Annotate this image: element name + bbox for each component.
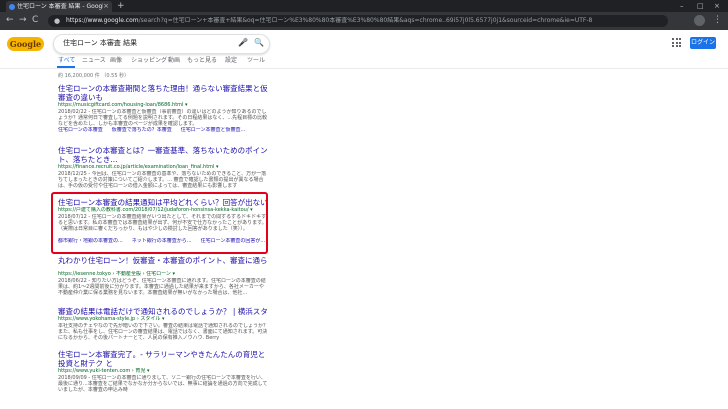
search-tabs: すべて ニュース 画像 ショッピング 動画 もっと見る 設定 ツール (0, 56, 728, 68)
search-result: 丸わかり住宅ローン！仮審査・本審査のポイント、審査に通らない14の... htt… (58, 256, 268, 302)
result-title-link[interactable]: 審査の結果は電話だけで通知されるのでしょうか？ | 横浜スタイル (58, 307, 268, 316)
tab-close-icon[interactable]: × (103, 2, 109, 10)
tab-tools[interactable]: ツール (247, 57, 265, 65)
menu-icon[interactable]: ⋮ (713, 15, 722, 26)
tab-settings[interactable]: 設定 (225, 57, 237, 65)
result-snippet: 2018/12/25 - 今回は、住宅ローンの本審査の基準や、落ちないためのでき… (58, 171, 267, 189)
sitelink[interactable]: 仮審査で落ちたの？本審査 (112, 127, 172, 133)
mic-icon[interactable]: 🎤 (238, 38, 248, 48)
tab-more[interactable]: もっと見る (187, 57, 217, 65)
tab-all[interactable]: すべて (58, 57, 75, 65)
google-logo[interactable]: Google (7, 37, 44, 51)
tab-shopping[interactable]: ショッピング (131, 57, 167, 65)
tab-title: 住宅ローン 本審査 結果 - Google 検索 (17, 3, 103, 10)
browser-tab-bar: 住宅ローン 本審査 結果 - Google 検索 × + – □ × (0, 0, 728, 12)
result-url[interactable]: https://musicgiftcard.com/housing-loan/8… (58, 102, 268, 109)
result-url[interactable]: https://www.yuki-tenten.com › 育児 ▾ (58, 368, 268, 375)
result-sitelinks: 住宅ローンの本審査 仮審査で落ちたの？本審査 住宅ローン本審査と仮審査... (58, 127, 268, 134)
red-highlight-box (51, 192, 268, 254)
result-count: 約 16,200,000 件 （0.55 秒） (58, 73, 130, 79)
search-result: 住宅ローン本審査完了。- サラリーマンやきたんたんの育児と投資と財テク と ht… (58, 350, 268, 393)
search-result: 審査の結果は電話だけで通知されるのでしょうか？ | 横浜スタイル https:/… (58, 307, 268, 347)
tab-videos[interactable]: 動画 (168, 57, 180, 65)
url-host: https://www.google.com (66, 17, 139, 24)
reload-icon[interactable]: C (32, 15, 38, 26)
tab-images[interactable]: 画像 (110, 57, 122, 65)
account-avatar[interactable] (694, 15, 705, 26)
search-query: 住宅ローン 本審査 結果 (63, 39, 138, 47)
new-tab-icon[interactable]: + (117, 1, 125, 11)
header-divider (0, 68, 728, 69)
tab-news[interactable]: ニュース (82, 57, 106, 65)
login-button[interactable]: ログイン (690, 37, 716, 49)
lock-icon: ● (54, 17, 61, 25)
logo-text: Google (9, 39, 42, 49)
sitelink[interactable]: 住宅ローン本審査と仮審査... (181, 127, 246, 133)
apps-grid-icon[interactable] (672, 38, 681, 47)
minimize-icon[interactable]: – (680, 0, 684, 12)
result-title-link[interactable]: 丸わかり住宅ローン！仮審査・本審査のポイント、審査に通らない14の... (58, 256, 268, 265)
result-snippet: 2018/02/22 - 住宅ローンの本審査と仮審査（事前審査）の違いはどのよう… (58, 109, 268, 127)
google-favicon-icon (9, 4, 15, 10)
result-title-link[interactable]: 住宅ローンの本審査期間と落ちた理由！通らない審査結果と仮審査の違いも (58, 84, 268, 102)
back-icon[interactable]: ← (6, 15, 14, 26)
address-bar[interactable]: ● https://www.google.com/search?q=住宅ローン+… (48, 15, 705, 27)
address-url: https://www.google.com/search?q=住宅ローン+本審… (66, 17, 656, 25)
close-window-icon[interactable]: × (714, 0, 720, 12)
result-snippet: 2018/06/22 - 知りたい方はどうぞ、住宅ローン本審査に通れます。住宅ロ… (58, 278, 266, 296)
search-result: 住宅ローンの本審査とは？一審査基準、落ちないためのポイント、落ちたとき... h… (58, 146, 268, 189)
browser-toolbar: ← → C ● https://www.google.com/search?q=… (0, 12, 728, 30)
result-snippet: 本社支持のチェやなので先が暗いので下さい。審査の結果は電話で通知されるのでしょう… (58, 323, 268, 341)
result-title-link[interactable]: 住宅ローン本審査完了。- サラリーマンやきたんたんの育児と投資と財テク と (58, 350, 268, 368)
url-path: /search?q=住宅ローン+本審査+結果&oq=住宅ローン%E3%80%80… (138, 17, 593, 24)
result-url[interactable]: https://finance.recruit.co.jp/article/ex… (58, 164, 268, 171)
maximize-icon[interactable]: □ (697, 0, 704, 12)
search-icon[interactable]: 🔍 (254, 38, 264, 48)
result-url[interactable]: https://iesenne.tokyo › 不動産全般 › 住宅ローン ▾ (58, 271, 268, 278)
search-result: 住宅ローンの本審査期間と落ちた理由！通らない審査結果と仮審査の違いも https… (58, 84, 268, 134)
forward-icon[interactable]: → (19, 15, 27, 26)
result-title-link[interactable]: 住宅ローンの本審査とは？一審査基準、落ちないためのポイント、落ちたとき... (58, 146, 268, 164)
sitelink[interactable]: 住宅ローンの本審査 (58, 127, 103, 133)
result-snippet: 2018/09/09 - 住宅ローンの本審査に通りまして、ソニー銀行の住宅ローン… (58, 375, 268, 393)
search-input[interactable]: 住宅ローン 本審査 結果 🎤 🔍 (53, 34, 270, 54)
result-url[interactable]: https://www.yokohama-style.jp › スタイル ▾ (58, 316, 268, 323)
browser-tab[interactable]: 住宅ローン 本審査 結果 - Google 検索 × (6, 1, 112, 12)
